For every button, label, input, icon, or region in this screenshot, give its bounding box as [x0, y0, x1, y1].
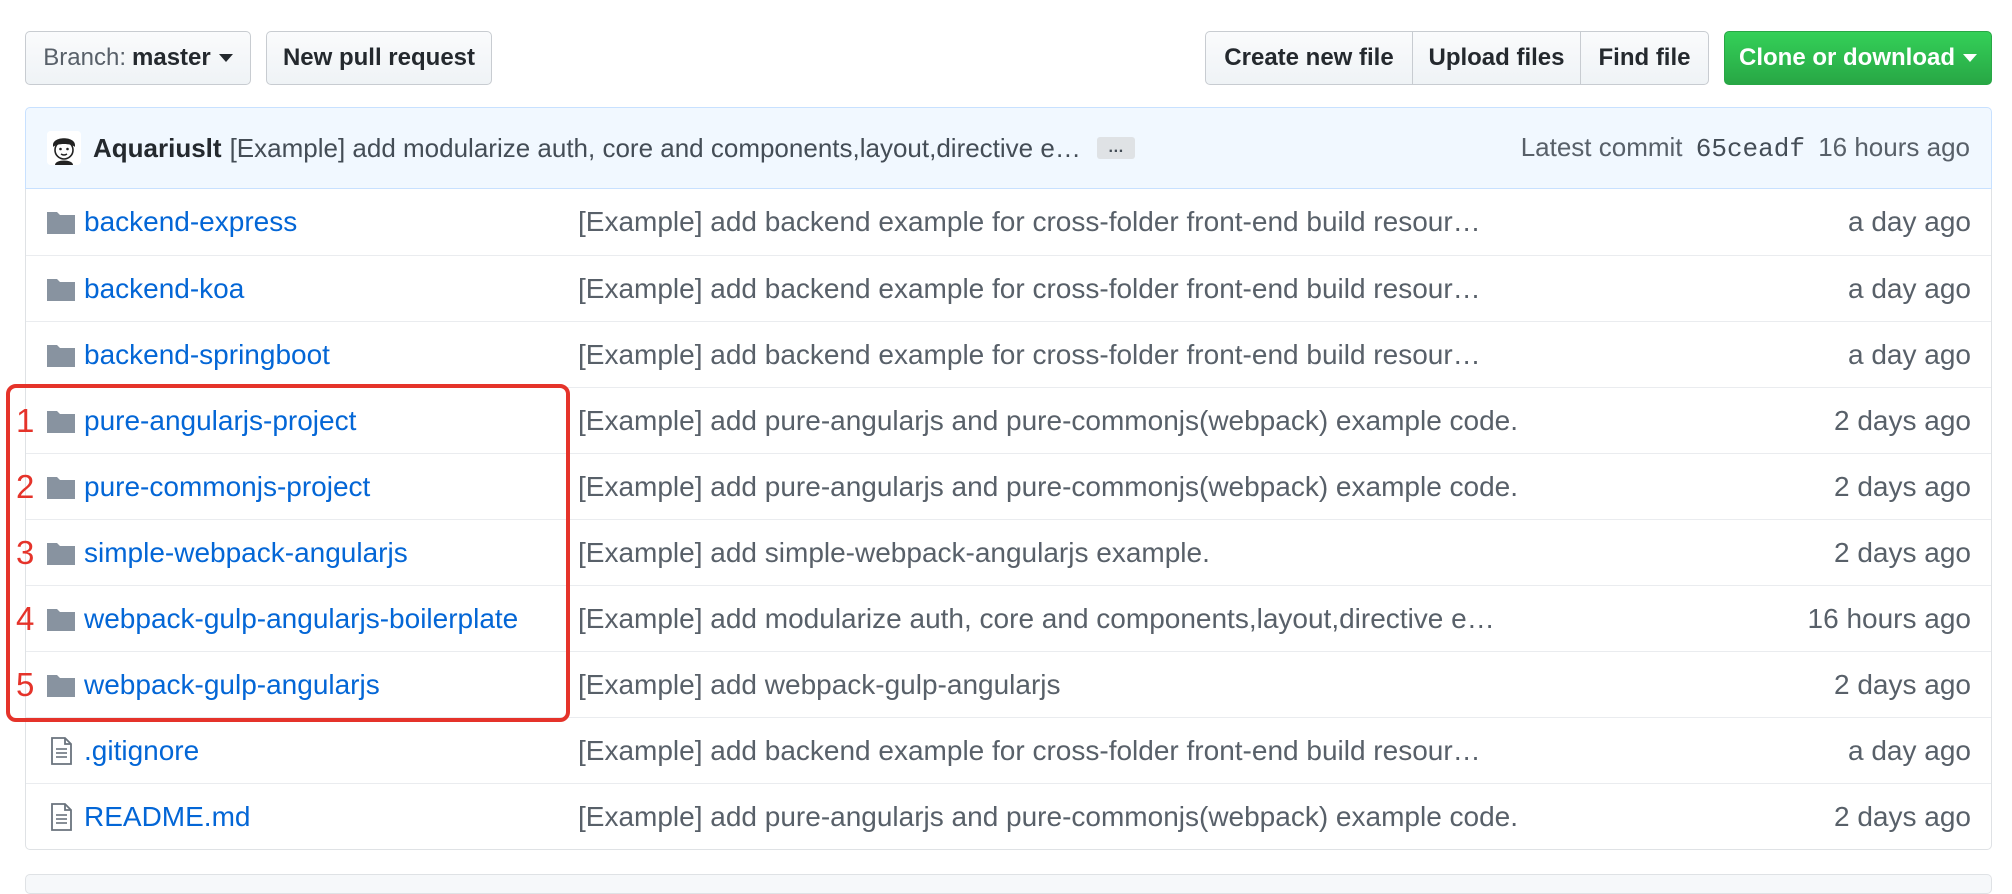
commit-age: a day ago: [1848, 206, 1971, 237]
commit-age: 2 days ago: [1834, 669, 1971, 700]
commit-age: 2 days ago: [1834, 471, 1971, 502]
branch-select-button[interactable]: Branch: master: [25, 31, 251, 85]
folder-link[interactable]: webpack-gulp-angularjs-boilerplate: [84, 603, 518, 635]
commit-message-link[interactable]: [Example] add pure-angularjs and pure-co…: [578, 405, 1518, 437]
commit-message-link[interactable]: [Example] add backend example for cross-…: [578, 206, 1481, 238]
commit-message-link[interactable]: [Example] add modularize auth, core and …: [230, 133, 1081, 164]
file-text-icon: [46, 803, 76, 831]
folder-icon: [46, 341, 76, 369]
commit-message-link[interactable]: [Example] add modularize auth, core and …: [578, 603, 1495, 635]
latest-commit-info: Latest commit 65ceadf 16 hours ago: [1521, 132, 1970, 164]
folder-icon: [46, 671, 76, 699]
file-row: webpack-gulp-angularjs [Example] add webp…: [26, 651, 1991, 717]
folder-link[interactable]: backend-koa: [84, 273, 244, 305]
file-row: pure-commonjs-project [Example] add pure-…: [26, 453, 1991, 519]
file-row: backend-koa [Example] add backend example…: [26, 255, 1991, 321]
commit-sha-link[interactable]: 65ceadf: [1696, 134, 1805, 164]
commit-message-link[interactable]: [Example] add backend example for cross-…: [578, 273, 1481, 305]
file-actions-group: Create new file Upload files Find file: [1205, 31, 1709, 85]
create-new-file-button[interactable]: Create new file: [1205, 31, 1413, 85]
file-row: backend-express [Example] add backend exa…: [26, 189, 1991, 255]
commit-message-link[interactable]: [Example] add backend example for cross-…: [578, 735, 1481, 767]
annotation-number: 3: [16, 534, 35, 571]
commit-message-link[interactable]: [Example] add simple-webpack-angularjs e…: [578, 537, 1210, 569]
commit-message-link[interactable]: [Example] add pure-angularjs and pure-co…: [578, 801, 1518, 833]
folder-icon: [46, 605, 76, 633]
annotation-number: 1: [16, 402, 35, 439]
commit-message-link[interactable]: [Example] add webpack-gulp-angularjs: [578, 669, 1061, 701]
folder-icon: [46, 208, 76, 236]
clone-or-download-button[interactable]: Clone or download: [1724, 31, 1992, 85]
folder-link[interactable]: pure-commonjs-project: [84, 471, 370, 503]
file-row: README.md [Example] add pure-angularjs an…: [26, 783, 1991, 849]
caret-down-icon: [1963, 54, 1977, 62]
commit-age: 16 hours ago: [1818, 132, 1970, 162]
latest-commit-bar: Aquariuslt [Example] add modularize auth…: [25, 107, 1992, 189]
file-link[interactable]: .gitignore: [84, 735, 199, 767]
find-file-button[interactable]: Find file: [1580, 31, 1709, 85]
file-row: pure-angularjs-project [Example] add pure…: [26, 387, 1991, 453]
file-row: webpack-gulp-angularjs-boilerplate [Examp…: [26, 585, 1991, 651]
clone-label: Clone or download: [1739, 44, 1955, 71]
file-link[interactable]: README.md: [84, 801, 250, 833]
commit-message-link[interactable]: [Example] add backend example for cross-…: [578, 339, 1481, 371]
commit-age: 2 days ago: [1834, 405, 1971, 436]
commit-author-link[interactable]: Aquariuslt: [93, 133, 222, 164]
commit-age: 16 hours ago: [1807, 603, 1971, 634]
avatar[interactable]: [47, 131, 81, 165]
file-text-icon: [46, 737, 76, 765]
readme-box-edge: [25, 874, 1992, 894]
branch-label: Branch:: [43, 44, 126, 71]
folder-link[interactable]: backend-express: [84, 206, 297, 238]
folder-icon: [46, 275, 76, 303]
file-row: backend-springboot [Example] add backend …: [26, 321, 1991, 387]
commit-age: a day ago: [1848, 339, 1971, 370]
annotation-number: 2: [16, 468, 35, 505]
commit-age: 2 days ago: [1834, 801, 1971, 832]
branch-value: master: [132, 44, 211, 71]
file-row: .gitignore [Example] add backend example …: [26, 717, 1991, 783]
folder-icon: [46, 539, 76, 567]
annotation-number: 4: [16, 600, 35, 637]
new-pull-request-button[interactable]: New pull request: [266, 31, 492, 85]
caret-down-icon: [218, 54, 233, 62]
upload-files-button[interactable]: Upload files: [1411, 31, 1582, 85]
folder-icon: [46, 473, 76, 501]
annotation-number: 5: [16, 666, 35, 703]
commit-message-link[interactable]: [Example] add pure-angularjs and pure-co…: [578, 471, 1518, 503]
folder-link[interactable]: webpack-gulp-angularjs: [84, 669, 380, 701]
folder-link[interactable]: simple-webpack-angularjs: [84, 537, 408, 569]
file-row: simple-webpack-angularjs [Example] add si…: [26, 519, 1991, 585]
expand-commit-message-button[interactable]: …: [1096, 137, 1135, 159]
commit-age: a day ago: [1848, 735, 1971, 766]
folder-icon: [46, 407, 76, 435]
commit-age: 2 days ago: [1834, 537, 1971, 568]
folder-link[interactable]: pure-angularjs-project: [84, 405, 356, 437]
file-table: backend-express [Example] add backend exa…: [25, 189, 1992, 850]
commit-age: a day ago: [1848, 273, 1971, 304]
folder-link[interactable]: backend-springboot: [84, 339, 330, 371]
latest-commit-label: Latest commit: [1520, 132, 1683, 162]
